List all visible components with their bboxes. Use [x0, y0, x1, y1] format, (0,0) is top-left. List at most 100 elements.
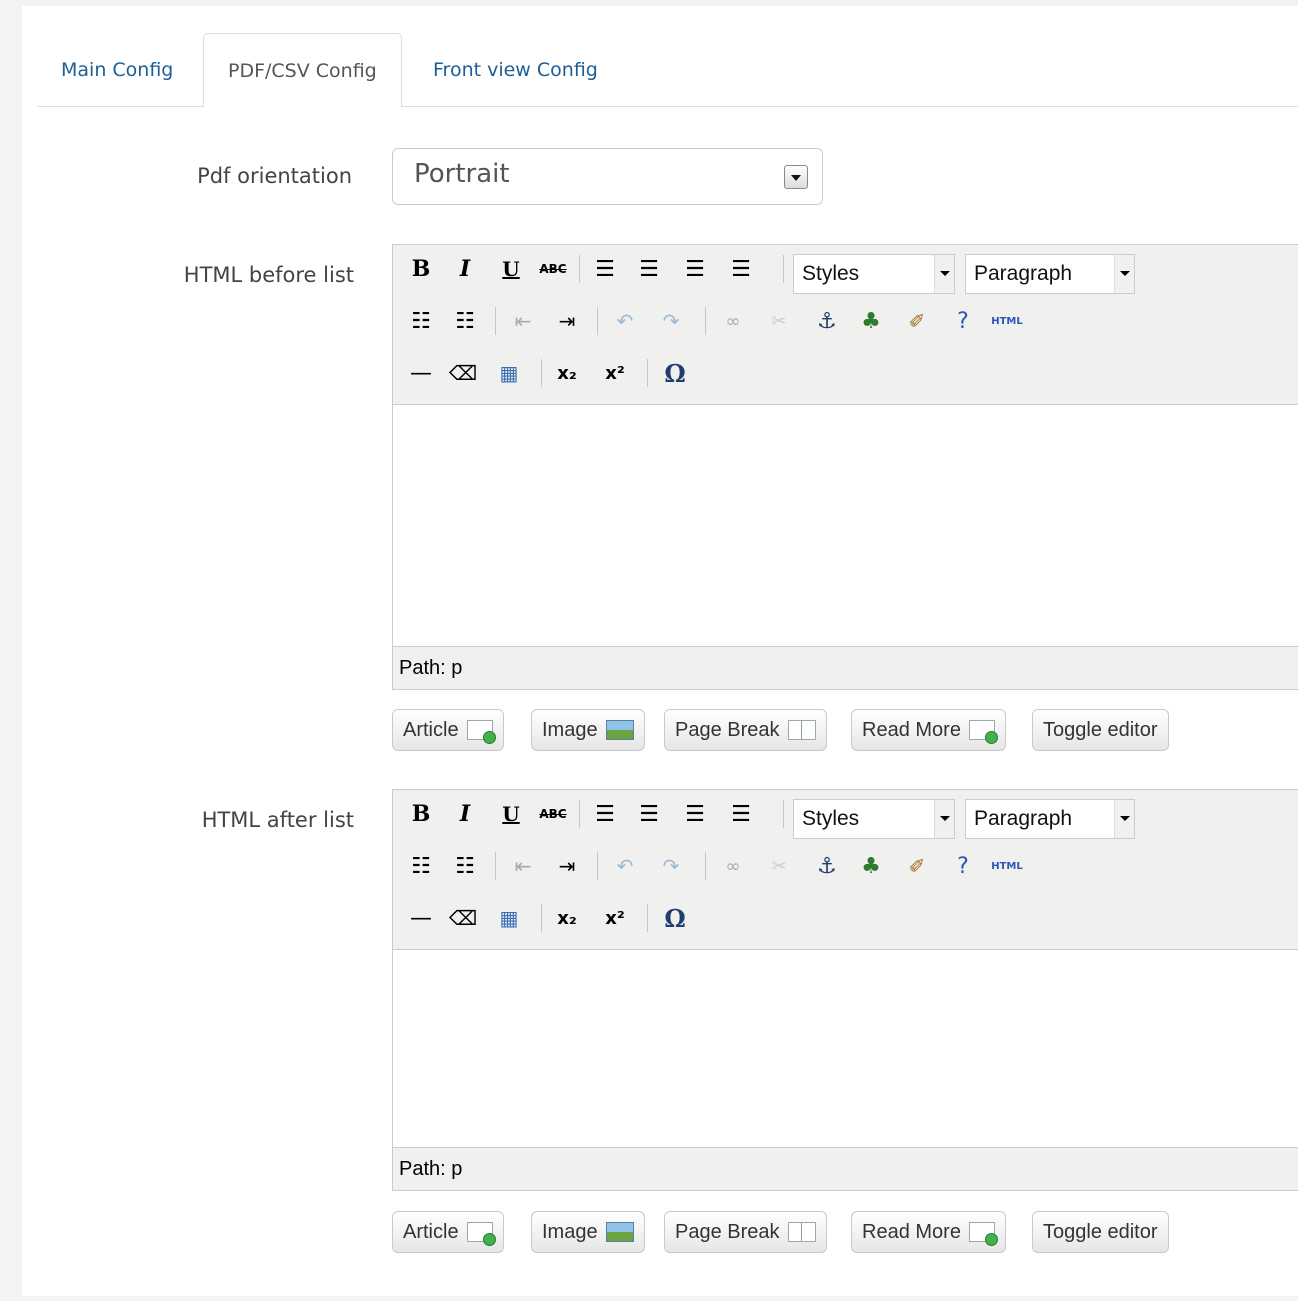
underline-icon[interactable]: U [495, 253, 527, 285]
remove-format-icon[interactable]: ⌫ [447, 357, 479, 389]
format-label: Paragraph [974, 807, 1073, 830]
redo-icon[interactable]: ↷ [655, 305, 687, 337]
tab-front-view-config[interactable]: Front view Config [409, 33, 622, 107]
special-char-icon[interactable]: Ω [659, 902, 691, 934]
tab-main-config[interactable]: Main Config [37, 33, 197, 107]
outdent-icon[interactable]: ⇤ [507, 305, 539, 337]
image-insert-icon[interactable]: ♣ [855, 305, 887, 337]
unlink-icon[interactable]: ✂ [763, 850, 795, 882]
link-icon[interactable]: ∞ [717, 305, 749, 337]
special-char-icon[interactable]: Ω [659, 357, 691, 389]
anchor-icon[interactable]: ⚓ [811, 850, 843, 882]
align-right-icon[interactable]: ☰ [679, 253, 711, 285]
page-break-button[interactable]: Page Break [664, 709, 827, 751]
unlink-icon[interactable]: ✂ [763, 305, 795, 337]
link-icon[interactable]: ∞ [717, 850, 749, 882]
paragraph-dropdown[interactable]: Paragraph [965, 799, 1135, 839]
styles-dropdown[interactable]: Styles [793, 799, 955, 839]
document-add-icon [466, 720, 496, 744]
align-left-icon[interactable]: ☰ [589, 798, 621, 830]
image-button[interactable]: Image [531, 709, 645, 751]
editor-toolbar: B I U ABC ☰ ☰ ☰ ☰ Styles Paragraph ☷ ☷ ⇤ [393, 245, 1298, 405]
align-justify-icon[interactable]: ☰ [725, 253, 757, 285]
strikethrough-icon[interactable]: ABC [537, 798, 569, 830]
chevron-down-icon [934, 255, 954, 293]
help-icon[interactable]: ? [947, 850, 979, 882]
numbered-list-icon[interactable]: ☷ [449, 305, 481, 337]
italic-icon[interactable]: I [449, 253, 481, 285]
align-right-icon[interactable]: ☰ [679, 798, 711, 830]
remove-format-icon[interactable]: ⌫ [447, 902, 479, 934]
outdent-icon[interactable]: ⇤ [507, 850, 539, 882]
html-before-editor: B I U ABC ☰ ☰ ☰ ☰ Styles Paragraph ☷ ☷ ⇤ [392, 244, 1298, 690]
toggle-editor-label: Toggle editor [1043, 719, 1158, 741]
horizontal-rule-icon[interactable]: — [405, 357, 437, 389]
numbered-list-icon[interactable]: ☷ [449, 850, 481, 882]
page-break-icon [787, 1222, 816, 1242]
page-break-label: Page Break [675, 719, 780, 741]
undo-icon[interactable]: ↶ [609, 305, 641, 337]
editor-toolbar: B I U ABC ☰ ☰ ☰ ☰ Styles Paragraph ☷ ☷ ⇤ [393, 790, 1298, 950]
subscript-icon[interactable]: x₂ [551, 902, 583, 934]
help-icon[interactable]: ? [947, 305, 979, 337]
paragraph-dropdown[interactable]: Paragraph [965, 254, 1135, 294]
image-label: Image [542, 719, 598, 741]
table-icon[interactable]: ▦ [493, 902, 525, 934]
indent-icon[interactable]: ⇥ [551, 305, 583, 337]
styles-label: Styles [802, 262, 860, 285]
undo-icon[interactable]: ↶ [609, 850, 641, 882]
styles-label: Styles [802, 807, 860, 830]
html-source-icon[interactable]: HTML [991, 850, 1023, 882]
read-more-button[interactable]: Read More [851, 709, 1006, 751]
html-after-label: HTML after list [201, 808, 354, 832]
styles-dropdown[interactable]: Styles [793, 254, 955, 294]
underline-icon[interactable]: U [495, 798, 527, 830]
toggle-editor-button[interactable]: Toggle editor [1032, 1211, 1169, 1253]
chevron-down-icon[interactable] [784, 165, 808, 189]
document-add-icon [968, 720, 998, 744]
picture-icon [605, 1222, 634, 1242]
subscript-icon[interactable]: x₂ [551, 357, 583, 389]
align-justify-icon[interactable]: ☰ [725, 798, 757, 830]
read-more-button[interactable]: Read More [851, 1211, 1006, 1253]
chevron-down-icon [1114, 255, 1134, 293]
html-after-editor: B I U ABC ☰ ☰ ☰ ☰ Styles Paragraph ☷ ☷ ⇤ [392, 789, 1298, 1191]
bullet-list-icon[interactable]: ☷ [405, 850, 437, 882]
image-button[interactable]: Image [531, 1211, 645, 1253]
html-source-icon[interactable]: HTML [991, 305, 1023, 337]
cleanup-icon[interactable]: ✐ [901, 305, 933, 337]
bold-icon[interactable]: B [405, 253, 437, 285]
bold-icon[interactable]: B [405, 798, 437, 830]
superscript-icon[interactable]: x² [599, 357, 631, 389]
article-button[interactable]: Article [392, 1211, 504, 1253]
anchor-icon[interactable]: ⚓ [811, 305, 843, 337]
read-more-label: Read More [862, 719, 961, 741]
table-icon[interactable]: ▦ [493, 357, 525, 389]
editor-content-area[interactable] [393, 950, 1298, 1148]
chevron-down-icon [934, 800, 954, 838]
format-label: Paragraph [974, 262, 1073, 285]
tab-pdf-csv-config[interactable]: PDF/CSV Config [203, 33, 402, 108]
align-center-icon[interactable]: ☰ [633, 253, 665, 285]
article-button[interactable]: Article [392, 709, 504, 751]
page-break-button[interactable]: Page Break [664, 1211, 827, 1253]
editor-content-area[interactable] [393, 405, 1298, 647]
toggle-editor-button[interactable]: Toggle editor [1032, 709, 1169, 751]
horizontal-rule-icon[interactable]: — [405, 902, 437, 934]
bullet-list-icon[interactable]: ☷ [405, 305, 437, 337]
align-center-icon[interactable]: ☰ [633, 798, 665, 830]
pdf-orientation-select[interactable]: Portrait [392, 148, 823, 205]
indent-icon[interactable]: ⇥ [551, 850, 583, 882]
align-left-icon[interactable]: ☰ [589, 253, 621, 285]
superscript-icon[interactable]: x² [599, 902, 631, 934]
cleanup-icon[interactable]: ✐ [901, 850, 933, 882]
image-label: Image [542, 1221, 598, 1243]
html-before-label: HTML before list [183, 263, 354, 287]
redo-icon[interactable]: ↷ [655, 850, 687, 882]
document-add-icon [968, 1222, 998, 1246]
image-insert-icon[interactable]: ♣ [855, 850, 887, 882]
page-break-label: Page Break [675, 1221, 780, 1243]
picture-icon [605, 720, 634, 740]
italic-icon[interactable]: I [449, 798, 481, 830]
strikethrough-icon[interactable]: ABC [537, 253, 569, 285]
